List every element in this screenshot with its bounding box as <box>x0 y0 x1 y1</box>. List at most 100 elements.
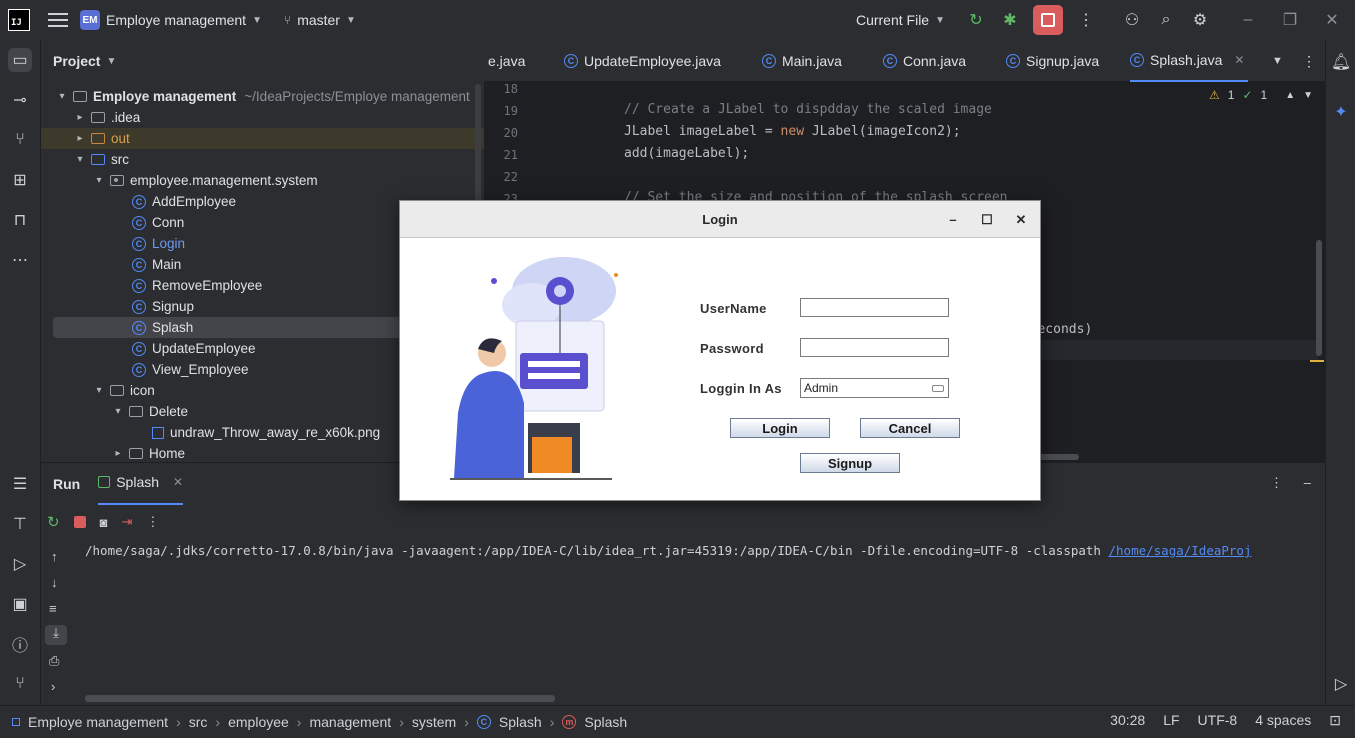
tree-item-class[interactable]: C Login <box>132 233 185 254</box>
rerun-icon[interactable]: ↻ <box>963 7 989 33</box>
close-icon[interactable]: ✕ <box>1319 7 1345 33</box>
rerun-icon[interactable]: ↻ <box>47 513 60 531</box>
close-tab-icon[interactable]: ✕ <box>173 475 183 489</box>
chevron-up-icon[interactable]: ▲ <box>1285 90 1295 101</box>
search-icon[interactable]: ⌕ <box>1153 7 1179 33</box>
caret-position[interactable]: 30:28 <box>1110 712 1145 728</box>
more-tools-icon[interactable]: ⋯ <box>8 248 32 272</box>
add-user-icon[interactable]: ⚇ <box>1119 7 1145 33</box>
build-icon[interactable]: ⊤ <box>8 512 32 536</box>
restore-icon[interactable]: ❐ <box>1277 7 1303 33</box>
expand-icon[interactable]: › <box>51 679 55 694</box>
classpath-link[interactable]: /home/saga/IdeaProj <box>1109 543 1252 558</box>
editor-vertical-scrollbar[interactable] <box>1316 240 1322 356</box>
tree-item-class[interactable]: C View_Employee <box>132 359 249 380</box>
tree-item-idea[interactable]: ▸ .idea <box>73 107 140 128</box>
ai-assistant-icon[interactable]: ✦ <box>1329 100 1353 124</box>
login-button[interactable]: Login <box>730 418 830 438</box>
code-line-20[interactable]: JLabel imageLabel = new JLabel(imageIcon… <box>624 124 961 139</box>
tab-main[interactable]: C Main.java <box>762 40 842 82</box>
tree-item-class[interactable]: C Signup <box>132 296 194 317</box>
soft-wrap-icon[interactable]: ≡ <box>49 601 57 616</box>
terminal-icon[interactable]: ▣ <box>8 592 32 616</box>
notifications-icon[interactable]: 🔔︎ <box>1329 50 1353 74</box>
scroll-to-end-icon[interactable]: ⤓ <box>45 625 67 645</box>
tree-item-class[interactable]: C Conn <box>132 212 184 233</box>
tree-item-icon-folder[interactable]: ▾ icon <box>92 380 154 401</box>
code-line-19[interactable]: // Create a JLabel to dispdday the scale… <box>624 102 992 117</box>
tabs-more[interactable]: ⋮ <box>1302 40 1316 82</box>
services-icon[interactable]: ▷ <box>8 552 32 576</box>
tree-item-png[interactable]: undraw_Throw_away_re_x60k.png <box>152 422 380 443</box>
run-output[interactable]: /home/saga/.jdks/corretto-17.0.8/bin/jav… <box>85 543 1325 558</box>
exit-icon[interactable]: ⇥ <box>121 514 132 530</box>
project-folder-icon[interactable]: ▭ <box>8 48 32 72</box>
run-tab-splash[interactable]: Splash ✕ <box>98 463 184 505</box>
signup-button[interactable]: Signup <box>800 453 900 473</box>
arrow-up-icon[interactable]: ↑ <box>51 549 58 564</box>
tab-e-java[interactable]: e.java <box>488 40 525 82</box>
tab-signup[interactable]: C Signup.java <box>1006 40 1099 82</box>
dialog-titlebar[interactable]: Login – ☐ ✕ <box>400 201 1040 238</box>
run-output-scrollbar[interactable] <box>85 695 555 702</box>
tab-update-employee[interactable]: C UpdateEmployee.java <box>564 40 721 82</box>
lock-icon[interactable]: ⊡ <box>1329 712 1341 729</box>
tree-item-src[interactable]: ▾ src <box>73 149 129 170</box>
close-tab-icon[interactable]: ✕ <box>1234 53 1244 67</box>
role-select[interactable]: Admin <box>800 378 949 398</box>
run-config-selector[interactable]: Current File ▼ <box>856 12 945 28</box>
project-panel-header[interactable]: Project ▼ <box>41 40 484 82</box>
more-icon[interactable]: ⋮ <box>146 514 159 530</box>
tree-item-root[interactable]: ▾ Employe management ~/IdeaProjects/Empl… <box>55 86 469 107</box>
password-input[interactable] <box>800 338 949 357</box>
camera-icon[interactable]: ◙ <box>100 515 108 530</box>
code-line-21[interactable]: add(imageLabel); <box>624 146 749 161</box>
structure-icon[interactable]: ⊞ <box>8 168 32 192</box>
bookmark-icon[interactable]: ⊓ <box>8 208 32 232</box>
project-selector[interactable]: EM Employe management ▼ <box>80 10 262 30</box>
module-icon <box>12 718 20 726</box>
tab-splash[interactable]: C Splash.java ✕ <box>1130 40 1249 82</box>
tree-item-class[interactable]: C RemoveEmployee <box>132 275 262 296</box>
run-widget-icon[interactable]: ▷ <box>1329 672 1353 696</box>
run-panel-more-icon[interactable]: ⋮ <box>1270 475 1283 491</box>
gear-icon[interactable]: ⚙ <box>1187 7 1213 33</box>
branch-selector[interactable]: ⑂ master ▼ <box>284 12 356 28</box>
pull-request-icon[interactable]: ⑂ <box>8 128 32 152</box>
file-encoding[interactable]: UTF-8 <box>1198 712 1238 728</box>
stop-icon[interactable] <box>73 516 86 528</box>
problems-icon[interactable]: ⓘ <box>8 632 32 656</box>
tree-item-out[interactable]: ▸ out <box>41 128 484 149</box>
run-panel-minimize-icon[interactable]: – <box>1304 475 1311 490</box>
username-input[interactable] <box>800 298 949 317</box>
indent-setting[interactable]: 4 spaces <box>1255 712 1311 728</box>
chevron-down-icon[interactable]: ▼ <box>1303 90 1313 101</box>
tree-item-class[interactable]: C AddEmployee <box>132 191 236 212</box>
tree-item-package[interactable]: ▾ employee.management.system <box>92 170 317 191</box>
debug-icon[interactable]: ✱ <box>997 7 1023 33</box>
tree-item-delete-folder[interactable]: ▾ Delete <box>111 401 188 422</box>
todo-list-icon[interactable]: ☰ <box>8 472 32 496</box>
inspection-indicator[interactable]: ⚠ 1 ✓ 1 ▲ ▼ <box>1209 88 1313 102</box>
commit-icon[interactable]: ⊸ <box>8 88 32 112</box>
cancel-button[interactable]: Cancel <box>860 418 960 438</box>
main-menu-icon[interactable] <box>48 13 68 27</box>
maximize-icon[interactable]: ☐ <box>972 201 1002 238</box>
print-icon[interactable]: ⎙ <box>49 653 59 669</box>
arrow-down-icon[interactable]: ↓ <box>51 575 58 590</box>
line-separator[interactable]: LF <box>1163 712 1179 728</box>
minimize-icon[interactable]: – <box>938 201 968 238</box>
tree-item-class[interactable]: C UpdateEmployee <box>132 338 256 359</box>
more-icon[interactable]: ⋮ <box>1073 7 1099 33</box>
minimize-icon[interactable]: – <box>1235 7 1261 33</box>
close-icon[interactable]: ✕ <box>1006 201 1036 238</box>
stop-button[interactable] <box>1033 5 1063 35</box>
tree-item-home-folder[interactable]: ▸ Home <box>111 443 185 462</box>
tab-conn[interactable]: C Conn.java <box>883 40 966 82</box>
git-icon[interactable]: ⑂ <box>8 672 32 696</box>
tabs-dropdown[interactable]: ▼ <box>1272 40 1283 82</box>
right-tool-strip: 🔔︎ ✦ ▷ <box>1325 40 1355 705</box>
folder-icon <box>91 133 105 144</box>
folder-icon <box>91 112 105 123</box>
tree-item-class[interactable]: C Main <box>132 254 181 275</box>
